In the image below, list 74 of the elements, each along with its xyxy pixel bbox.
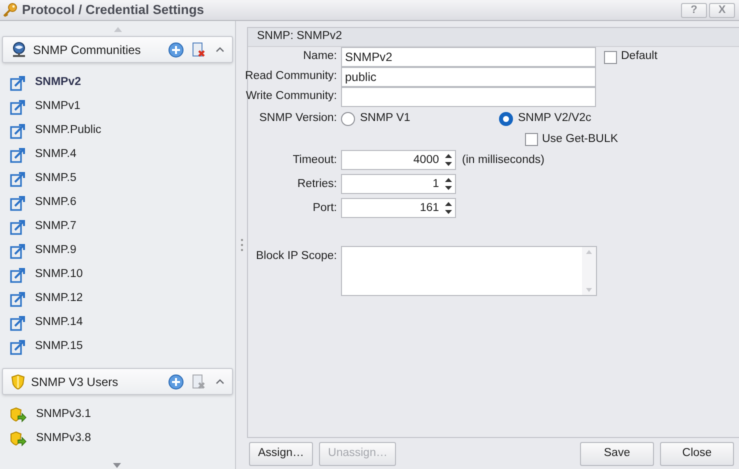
timeout-spinner[interactable]: 4000 [341, 150, 456, 170]
list-item[interactable]: SNMPv3.1 [2, 403, 233, 427]
collapse-icon[interactable] [216, 47, 224, 52]
write-community-field[interactable] [341, 87, 596, 107]
action-button[interactable]: Close [660, 442, 734, 466]
list-item[interactable]: SNMP.12 [2, 287, 233, 311]
list-item[interactable]: SNMP.15 [2, 335, 233, 359]
name-field[interactable]: SNMPv2 [341, 47, 596, 67]
link-arrow-icon [10, 171, 26, 187]
scrollbar-icon [582, 247, 596, 296]
checkbox[interactable] [525, 133, 538, 146]
link-arrow-icon [10, 75, 26, 91]
group-header[interactable]: SNMP Communities [2, 36, 233, 63]
checkbox[interactable] [604, 50, 617, 64]
link-arrow-icon [10, 267, 26, 283]
panel-title: SNMP: SNMPv2 [257, 29, 342, 44]
link-arrow-icon [10, 123, 26, 139]
list-item[interactable]: SNMP.7 [2, 215, 233, 239]
collapse-icon[interactable] [216, 379, 224, 384]
field-label: Name: [303, 49, 337, 64]
shield-arrow-icon [10, 407, 27, 423]
list-item[interactable]: SNMP.9 [2, 239, 233, 263]
field-label: Block IP Scope: [256, 249, 337, 264]
shield-arrow-icon [10, 431, 27, 447]
link-arrow-icon [10, 195, 26, 211]
checkbox-label: Use Get-BULK [542, 132, 618, 147]
checkbox-label: Default [621, 49, 658, 64]
link-arrow-icon [10, 315, 26, 331]
link-arrow-icon [10, 99, 26, 115]
list-item[interactable]: SNMPv2 [2, 71, 233, 95]
spinner-arrows-icon[interactable] [445, 153, 452, 168]
action-button[interactable]: Save [580, 442, 654, 466]
field-label: Timeout: [292, 152, 337, 168]
radio-button[interactable] [341, 112, 355, 126]
link-arrow-icon [10, 219, 26, 235]
window-title: Protocol / Credential Settings [22, 1, 204, 20]
field-label: Port: [312, 200, 337, 216]
add-icon[interactable] [168, 374, 184, 390]
list-item[interactable]: SNMP.10 [2, 263, 233, 287]
action-button[interactable]: Assign… [249, 442, 314, 466]
spinner-arrows-icon[interactable] [445, 201, 452, 216]
list-item[interactable]: SNMPv1 [2, 95, 233, 119]
field-label: Write Community: [246, 89, 337, 104]
port-spinner[interactable]: 161 [341, 198, 456, 218]
spinner-arrows-icon[interactable] [445, 177, 452, 192]
group-header[interactable]: SNMP V3 Users [2, 368, 233, 395]
list-item[interactable]: SNMP.5 [2, 167, 233, 191]
shield-icon [11, 374, 25, 390]
field-label: SNMP Version: [259, 111, 337, 126]
key-icon [2, 2, 18, 18]
unit-label: (in milliseconds) [462, 152, 544, 168]
link-arrow-icon [10, 147, 26, 163]
link-arrow-icon [10, 243, 26, 259]
radio-button[interactable] [499, 112, 513, 126]
link-arrow-icon [10, 291, 26, 307]
block-ip-scope-field[interactable] [341, 246, 597, 296]
add-icon[interactable] [168, 42, 184, 58]
list-item[interactable]: SNMP.6 [2, 191, 233, 215]
list-item[interactable]: SNMP.14 [2, 311, 233, 335]
read-community-field[interactable]: public [341, 67, 596, 87]
list-item[interactable]: SNMP.Public [2, 119, 233, 143]
link-arrow-icon [10, 339, 26, 355]
delete-icon[interactable] [192, 42, 206, 58]
list-item[interactable]: SNMP.4 [2, 143, 233, 167]
list-item[interactable]: SNMPv3.8 [2, 427, 233, 451]
field-label: Retries: [297, 176, 337, 192]
scroll-down-icon[interactable] [113, 463, 121, 468]
field-label: Read Community: [244, 69, 337, 84]
radio-label: SNMP V2/V2c [518, 111, 592, 126]
globe-icon [11, 42, 27, 58]
radio-label: SNMP V1 [360, 111, 410, 126]
group-title: SNMP Communities [33, 42, 141, 58]
retries-spinner[interactable]: 1 [341, 174, 456, 194]
group-title: SNMP V3 Users [31, 374, 118, 390]
